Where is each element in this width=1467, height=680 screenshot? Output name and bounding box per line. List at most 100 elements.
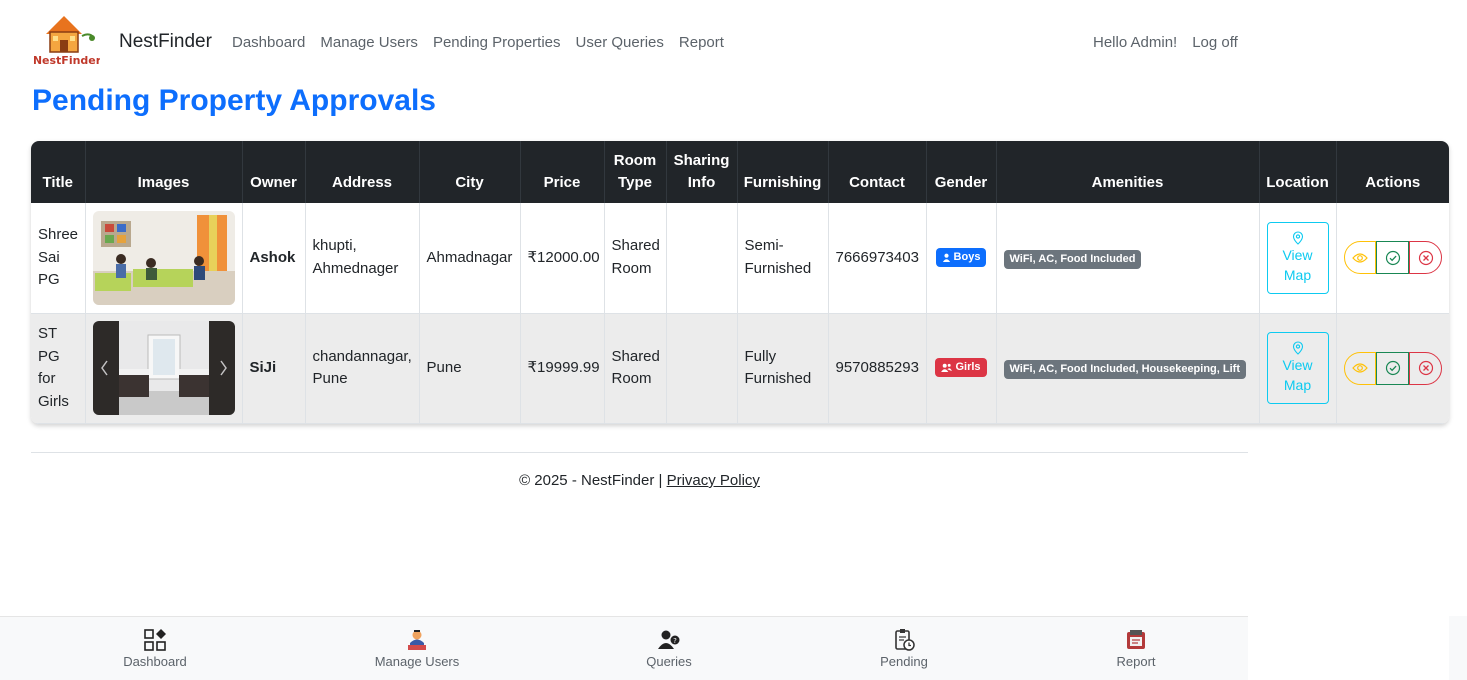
cell-contact: 7666973403 — [828, 203, 927, 314]
navbar: NestFinder NestFinder Dashboard Manage U… — [0, 0, 1467, 84]
logoff-link[interactable]: Log off — [1192, 34, 1238, 51]
cell-sharing-info — [666, 313, 738, 424]
col-header-owner: Owner — [242, 141, 306, 203]
amenities-badge: WiFi, AC, Food Included — [1003, 249, 1142, 269]
nav-link-manage-users[interactable]: Manage Users — [320, 34, 418, 51]
reject-button[interactable] — [1409, 241, 1442, 275]
nav-links: Dashboard Manage Users Pending Propertie… — [232, 34, 724, 51]
cell-owner: SiJi — [242, 313, 306, 424]
people-icon — [941, 363, 953, 372]
map-pin-icon — [1292, 231, 1303, 245]
col-header-sharing-info: Sharing Info — [666, 141, 738, 203]
col-header-images: Images — [85, 141, 243, 203]
cell-gender: Boys — [926, 203, 997, 314]
pending-clipboard-icon — [895, 629, 915, 651]
nav-user-area: Hello Admin! Log off — [1093, 34, 1238, 51]
bottom-nav-dashboard[interactable]: Dashboard — [95, 627, 215, 669]
cell-images — [85, 313, 243, 424]
bottom-nav-pending[interactable]: Pending — [844, 627, 964, 669]
svg-text:?: ? — [673, 637, 677, 645]
col-header-actions: Actions — [1336, 141, 1449, 203]
nav-link-dashboard[interactable]: Dashboard — [232, 34, 305, 51]
footer: © 2025 - NestFinder | Privacy Policy — [31, 472, 1248, 489]
col-header-gender: Gender — [926, 141, 997, 203]
footer-divider — [31, 452, 1248, 453]
greeting-link[interactable]: Hello Admin! — [1093, 34, 1177, 51]
x-circle-icon — [1418, 250, 1433, 265]
cell-location: View Map — [1259, 313, 1337, 424]
view-map-button[interactable]: View Map — [1266, 221, 1329, 294]
check-circle-icon — [1385, 360, 1400, 376]
page-title: Pending Property Approvals — [32, 84, 436, 117]
gender-badge: Girls — [935, 357, 987, 377]
property-image[interactable] — [92, 210, 235, 305]
cell-title: Shree Sai PG — [31, 203, 86, 314]
bottom-nav-queries[interactable]: ? Queries — [609, 627, 729, 669]
cell-gender: Girls — [926, 313, 997, 424]
eye-icon — [1352, 253, 1368, 263]
bottom-nav-report[interactable]: Report — [1076, 627, 1196, 669]
bottom-nav-edge — [1449, 616, 1467, 680]
eye-icon — [1352, 363, 1368, 373]
brand-name[interactable]: NestFinder — [119, 31, 212, 53]
bottom-nav-label: Dashboard — [123, 654, 187, 669]
cell-title: ST PG for Girls — [31, 313, 86, 424]
view-map-label: View Map — [1282, 357, 1313, 393]
privacy-policy-link[interactable]: Privacy Policy — [667, 472, 760, 489]
cell-address: khupti, Ahmednager — [305, 203, 420, 314]
dashboard-icon — [144, 629, 166, 651]
copyright-text: © 2025 - NestFinder | — [519, 472, 667, 489]
gender-badge: Boys — [935, 247, 987, 267]
col-header-room-type: Room Type — [604, 141, 667, 203]
view-details-button[interactable] — [1343, 351, 1377, 385]
cell-price: ₹19999.99 — [520, 313, 605, 424]
col-header-location: Location — [1259, 141, 1337, 203]
x-circle-icon — [1418, 360, 1433, 376]
cell-price: ₹12000.00 — [520, 203, 605, 314]
bottom-nav-label: Queries — [646, 654, 692, 669]
table-row: ST PG for Girls SiJi chandannagar, Pune … — [31, 313, 1449, 424]
user-question-icon: ? — [658, 630, 680, 649]
cell-room-type: Shared Room — [604, 313, 667, 424]
table-row: Shree Sai PG Ashok khupti, Ahmednager Ah… — [31, 203, 1449, 314]
cell-actions — [1336, 313, 1449, 424]
bottom-nav-manage-users[interactable]: Manage Users — [357, 627, 477, 669]
col-header-amenities: Amenities — [996, 141, 1260, 203]
view-map-button[interactable]: View Map — [1266, 332, 1329, 404]
view-details-button[interactable] — [1343, 241, 1377, 275]
nestfinder-logo[interactable]: NestFinder — [33, 12, 102, 68]
property-image-carousel[interactable] — [92, 321, 235, 415]
cell-furnishing: Semi-Furnished — [737, 203, 829, 314]
col-header-city: City — [419, 141, 521, 203]
col-header-price: Price — [520, 141, 605, 203]
cell-furnishing: Fully Furnished — [737, 313, 829, 424]
map-pin-icon — [1292, 341, 1303, 355]
report-icon — [1127, 630, 1145, 649]
bottom-nav-label: Pending — [880, 654, 928, 669]
col-header-contact: Contact — [828, 141, 927, 203]
action-group — [1343, 351, 1443, 385]
cell-city: Ahmadnagar — [419, 203, 521, 314]
cell-amenities: WiFi, AC, Food Included, Housekeeping, L… — [996, 313, 1260, 424]
cell-location: View Map — [1259, 203, 1337, 314]
approve-button[interactable] — [1376, 351, 1410, 385]
cell-room-type: Shared Room — [604, 203, 667, 314]
cell-images — [85, 203, 243, 314]
approve-button[interactable] — [1376, 241, 1410, 275]
gender-label: Boys — [953, 250, 981, 263]
cell-owner: Ashok — [242, 203, 306, 314]
nav-link-pending-properties[interactable]: Pending Properties — [433, 34, 561, 51]
person-icon — [942, 253, 950, 262]
view-map-label: View Map — [1282, 246, 1313, 283]
cell-amenities: WiFi, AC, Food Included — [996, 203, 1260, 314]
svg-text:NestFinder: NestFinder — [34, 54, 100, 67]
cell-sharing-info — [666, 203, 738, 314]
cell-city: Pune — [419, 313, 521, 424]
col-header-furnishing: Furnishing — [737, 141, 829, 203]
nav-link-user-queries[interactable]: User Queries — [576, 34, 664, 51]
reject-button[interactable] — [1409, 351, 1442, 385]
nav-link-report[interactable]: Report — [679, 34, 724, 51]
bottom-nav-label: Manage Users — [374, 654, 460, 669]
manage-users-icon — [408, 630, 426, 650]
table-header-row: Title Images Owner Address City Price Ro… — [31, 141, 1449, 203]
